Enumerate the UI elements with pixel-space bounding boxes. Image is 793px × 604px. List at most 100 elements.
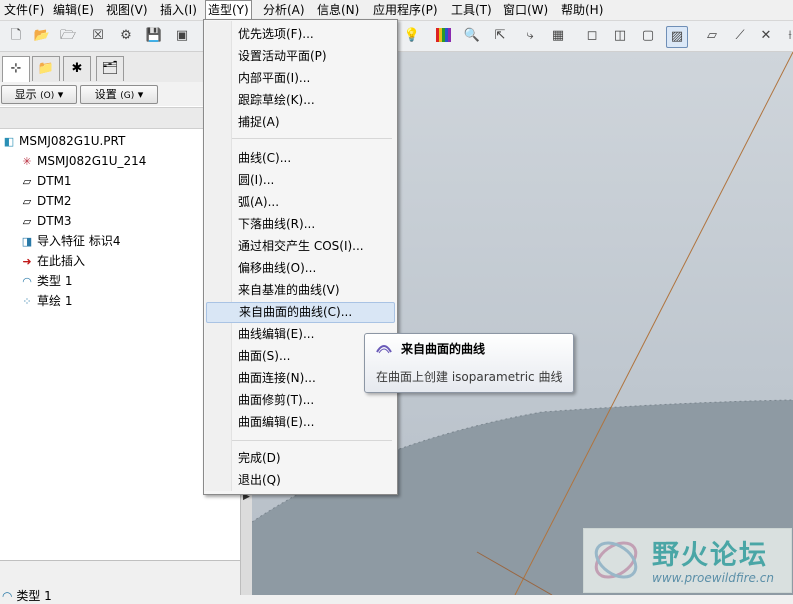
lightbulb-icon[interactable]: 💡 [402, 26, 422, 46]
menu-item-label: 曲面编辑(E)... [238, 415, 315, 429]
menu-item-cos-intersect[interactable]: 通过相交产生 COS(I)... [206, 236, 393, 256]
menu-insert[interactable]: 插入(I) [158, 2, 199, 18]
tree-item-label: 草绘 1 [37, 294, 73, 308]
bottom-tree-label: 类型 1 [16, 589, 52, 603]
orient-icon[interactable]: ⤷ [520, 26, 540, 46]
datum-axis-display-icon[interactable]: ⟋ [730, 26, 750, 46]
menu-modeling[interactable]: 造型(Y) [205, 0, 252, 20]
menu-item-label: 曲面(S)... [238, 349, 291, 363]
tree-item-label: DTM1 [37, 174, 72, 188]
menu-view[interactable]: 视图(V) [104, 2, 150, 18]
wireframe-icon[interactable]: ◻ [582, 26, 602, 46]
menu-tools[interactable]: 工具(T) [449, 2, 494, 18]
menu-help[interactable]: 帮助(H) [559, 2, 605, 18]
menu-item-done[interactable]: 完成(D) [206, 448, 393, 468]
zoom-window-icon[interactable]: 🔍 [462, 26, 482, 46]
menu-item-label: 退出(Q) [238, 473, 281, 487]
tree-item-type1[interactable]: ◠ 类型 1 [20, 272, 72, 290]
show-label: 显示 [14, 88, 37, 101]
menu-item-drop-curve[interactable]: 下落曲线(R)... [206, 214, 393, 234]
settings-label: 设置 [94, 88, 117, 101]
settings-dropdown-button[interactable]: 设置 (G) ▾ [80, 85, 158, 104]
datum-plane-icon: ▱ [22, 215, 32, 228]
open-folder-icon[interactable]: 🗁 [58, 26, 78, 46]
menu-item-label: 完成(D) [238, 451, 281, 465]
favorites-tab-icon[interactable]: ✱ [63, 56, 91, 81]
menu-item-surface-edit[interactable]: 曲面编辑(E)... [206, 412, 393, 432]
menu-item-curve[interactable]: 曲线(C)... [206, 148, 393, 168]
connections-tab-icon[interactable]: 🗂 [96, 56, 124, 81]
sketch-icon: ⁘ [22, 295, 32, 308]
chevron-down-icon: ▾ [57, 88, 64, 101]
import-feature-icon: ◨ [21, 235, 33, 248]
part-icon: ◧ [3, 135, 15, 148]
menu-item-trace-sketch[interactable]: 跟踪草绘(K)... [206, 90, 393, 110]
save-icon[interactable]: 💾 [144, 26, 164, 46]
menu-info[interactable]: 信息(N) [315, 2, 361, 18]
menu-item-surface-trim[interactable]: 曲面修剪(T)... [206, 390, 393, 410]
menu-item-arc[interactable]: 弧(A)... [206, 192, 393, 212]
menu-applications[interactable]: 应用程序(P) [371, 2, 440, 18]
menu-item-offset-curve[interactable]: 偏移曲线(O)... [206, 258, 393, 278]
pick-icon[interactable]: ⇱ [490, 26, 510, 46]
datum-plane-display-icon[interactable]: ▱ [702, 26, 722, 46]
menu-item-label: 来自曲面的曲线(C)... [239, 305, 353, 319]
tree-item-import-feature[interactable]: ◨ 导入特征 标识4 [20, 232, 121, 250]
open-file-icon[interactable]: 📂 [32, 26, 52, 46]
menu-file[interactable]: 文件(F) [2, 2, 46, 18]
csys-display-icon[interactable]: ⟊ [780, 26, 793, 46]
model-tree-tab-icon[interactable]: ⊹ [2, 56, 30, 82]
menu-item-snap[interactable]: 捕捉(A) [206, 112, 393, 132]
hidden-line-icon[interactable]: ◫ [610, 26, 630, 46]
no-hidden-icon[interactable]: ▢ [638, 26, 658, 46]
new-file-icon[interactable]: 🗋 [6, 26, 26, 46]
menu-separator [232, 138, 392, 139]
tree-item-insert-here[interactable]: ➜ 在此插入 [20, 252, 85, 270]
chevron-down-icon: ▾ [137, 88, 144, 101]
datum-point-display-icon[interactable]: ✕ [756, 26, 776, 46]
appearance-color-icon[interactable] [434, 26, 454, 46]
close-window-icon[interactable]: ☒ [88, 26, 108, 46]
settings-shortcut: (G) [120, 91, 135, 101]
menu-item-label: 圆(I)... [238, 173, 275, 187]
tree-item-label: 在此插入 [37, 254, 86, 268]
folder-browser-tab-icon[interactable]: 📁 [32, 56, 60, 81]
menu-item-quit[interactable]: 退出(Q) [206, 470, 393, 490]
regenerate-icon[interactable]: ⚙ [116, 26, 136, 46]
menu-item-preferences[interactable]: 优先选项(F)... [206, 24, 393, 44]
tree-item-part[interactable]: ◧ MSMJ082G1U.PRT [2, 132, 126, 150]
menu-item-circle[interactable]: 圆(I)... [206, 170, 393, 190]
tree-item-label: DTM2 [37, 194, 72, 208]
tree-item-sketch1[interactable]: ⁘ 草绘 1 [20, 292, 72, 310]
menu-item-label: 曲线编辑(E)... [238, 327, 315, 341]
tree-item-dtm3[interactable]: ▱ DTM3 [20, 212, 72, 230]
watermark-url: www.proewildfire.cn [652, 571, 774, 585]
saved-views-icon[interactable]: ▦ [548, 26, 568, 46]
shading-icon[interactable]: ▨ [666, 26, 688, 48]
tree-item-dtm1[interactable]: ▱ DTM1 [20, 172, 72, 190]
tree-item-dtm2[interactable]: ▱ DTM2 [20, 192, 72, 210]
menu-item-curve-from-datum[interactable]: 来自基准的曲线(V) [206, 280, 393, 300]
insert-arrow-icon: ➜ [22, 255, 32, 268]
menu-item-label: 设置活动平面(P) [238, 49, 327, 63]
surface-type-icon: ◠ [2, 589, 13, 603]
bottom-tree-item[interactable]: ◠ 类型 1 [2, 587, 52, 604]
menu-item-internal-plane[interactable]: 内部平面(I)... [206, 68, 393, 88]
menu-edit[interactable]: 编辑(E) [51, 2, 96, 18]
surface-type-icon: ◠ [22, 275, 32, 288]
menu-analysis[interactable]: 分析(A) [261, 2, 307, 18]
show-shortcut: (O) [40, 91, 55, 101]
menu-item-label: 来自基准的曲线(V) [238, 283, 340, 297]
modeling-dropdown-menu: 优先选项(F)... 设置活动平面(P) 内部平面(I)... 跟踪草绘(K).… [203, 19, 398, 495]
tree-item-label: DTM3 [37, 214, 72, 228]
menu-item-curve-from-surface[interactable]: 来自曲面的曲线(C)... [206, 302, 395, 323]
tree-item-csys[interactable]: ✳ MSMJ082G1U_214 [20, 152, 146, 170]
show-dropdown-button[interactable]: 显示 (O) ▾ [1, 85, 77, 104]
menu-window[interactable]: 窗口(W) [501, 2, 550, 18]
menu-item-label: 弧(A)... [238, 195, 280, 209]
menu-bar: 文件(F) 编辑(E) 视图(V) 插入(I) 造型(Y) 分析(A) 信息(N… [0, 0, 793, 21]
menu-item-set-active-plane[interactable]: 设置活动平面(P) [206, 46, 393, 66]
datum-plane-icon: ▱ [22, 195, 32, 208]
save-copy-icon[interactable]: ▣ [172, 26, 192, 46]
tree-item-label: 导入特征 标识4 [37, 234, 121, 248]
